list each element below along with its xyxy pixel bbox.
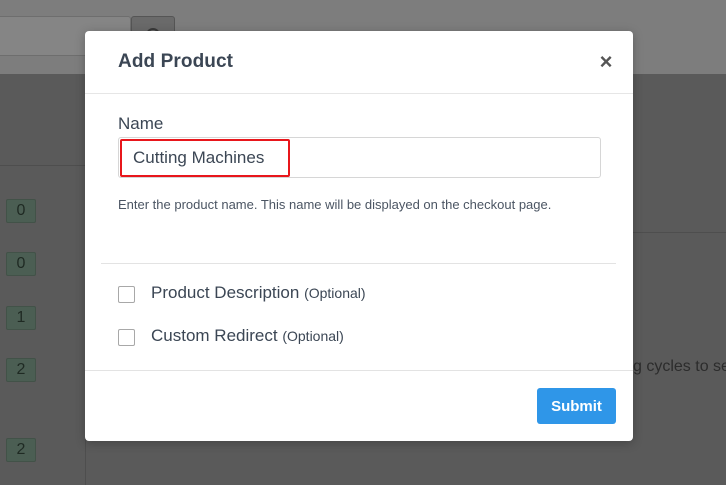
footer-divider <box>85 370 633 371</box>
background-divider <box>0 165 85 166</box>
background-count-badge: 2 <box>6 438 36 462</box>
submit-button[interactable]: Submit <box>537 388 616 424</box>
name-input[interactable] <box>133 138 583 177</box>
option-label-text: Product Description <box>151 283 300 302</box>
background-count-badge: 0 <box>6 199 36 223</box>
modal-title: Add Product <box>118 51 234 72</box>
optional-tag: (Optional) <box>304 285 366 301</box>
name-field <box>118 137 601 178</box>
custom-redirect-checkbox[interactable] <box>118 329 135 346</box>
background-count-badge: 1 <box>6 306 36 330</box>
background-text: g cycles to se <box>633 358 726 375</box>
name-label: Name <box>118 114 164 133</box>
close-icon[interactable]: × <box>596 51 616 73</box>
option-label[interactable]: Custom Redirect (Optional) <box>151 326 344 346</box>
optional-tag: (Optional) <box>282 328 344 344</box>
add-product-modal: Add Product × Name Enter the product nam… <box>85 31 633 441</box>
option-label[interactable]: Product Description (Optional) <box>151 283 366 303</box>
product-description-checkbox[interactable] <box>118 286 135 303</box>
background-count-badge: 0 <box>6 252 36 276</box>
modal-header: Add Product × <box>85 31 633 94</box>
background-count-badge: 2 <box>6 358 36 382</box>
background-divider <box>633 232 726 233</box>
option-label-text: Custom Redirect <box>151 326 278 345</box>
section-divider <box>101 263 616 264</box>
name-help-text: Enter the product name. This name will b… <box>118 197 552 212</box>
